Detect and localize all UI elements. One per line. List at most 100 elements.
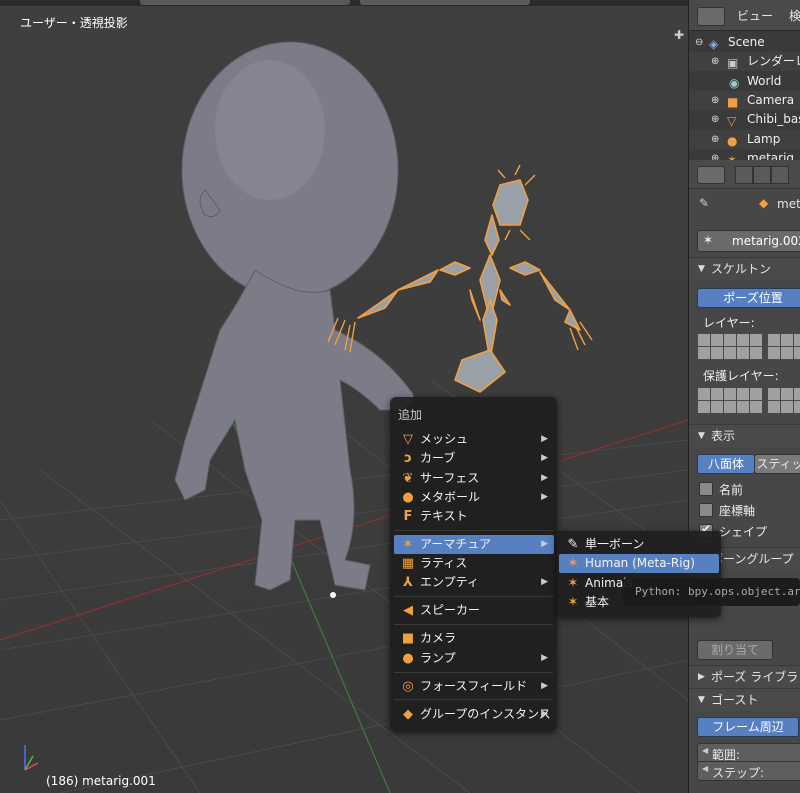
expand-icon[interactable]: ⊕ — [711, 130, 719, 149]
bone-icon: ✎ — [567, 537, 579, 552]
menu-separator — [394, 624, 553, 625]
expand-icon[interactable]: ⊕ — [711, 149, 719, 160]
text-icon: F — [403, 509, 413, 524]
object-name-value: metarig.002 — [732, 234, 800, 248]
menu-item-lattice[interactable]: ▦ ラティス — [394, 554, 554, 573]
menu-item-surface[interactable]: ❦ サーフェス ▶ — [394, 469, 554, 488]
menu-separator — [394, 596, 553, 597]
step-label: ステップ: — [712, 766, 765, 780]
group-instance-icon: ◆ — [403, 707, 413, 722]
properties-panel: ✎ ◆ meta ✶ metarig.002 ▼ スケルトン ポーズ位置 レイヤ… — [688, 160, 800, 793]
surface-icon: ❦ — [402, 471, 414, 486]
header-field[interactable] — [360, 0, 530, 5]
armature-icon: ✶ — [567, 556, 579, 571]
step-field[interactable]: ◀ ステップ: — [697, 761, 800, 781]
tree-item-lamp[interactable]: ⊕ ● Lamp — [689, 130, 800, 149]
octahedral-button[interactable]: 八面体 — [697, 454, 755, 474]
view-menu[interactable]: ビュー — [737, 7, 773, 24]
submenu-arrow-icon: ▶ — [541, 492, 548, 502]
editor-type-icon[interactable] — [697, 166, 725, 184]
scene-render — [0, 41, 688, 793]
force-field-icon: ◎ — [402, 679, 414, 694]
collapse-triangle-icon: ▼ — [698, 431, 705, 441]
range-field[interactable]: ◀ 範囲: — [697, 743, 800, 763]
expand-icon[interactable]: ⊕ — [711, 52, 719, 71]
3d-viewport[interactable]: ユーザー・透視投影 ✚ (186) metarig.001 — [0, 0, 688, 793]
protected-layer-grid[interactable] — [697, 387, 800, 414]
python-tooltip: Python: bpy.ops.object.arm — [623, 578, 800, 606]
menu-item-empty[interactable]: ⅄ エンプティ ▶ — [394, 573, 554, 592]
panel-title: 表示 — [711, 429, 736, 443]
tree-item-chibi-base[interactable]: ⊕ ▽ Chibi_base — [689, 110, 800, 129]
collapse-triangle-icon: ▼ — [698, 264, 705, 274]
frame-range-button[interactable]: フレーム周辺 — [697, 717, 799, 737]
expand-icon[interactable]: ⊕ — [711, 91, 719, 110]
tree-item-label: World — [747, 74, 782, 88]
tree-item-scene[interactable]: ⊖ ◈ Scene — [689, 33, 800, 52]
header-field[interactable] — [140, 0, 350, 5]
scene-tab-icon[interactable] — [753, 166, 771, 184]
object-name-field[interactable]: ✶ metarig.002 — [697, 230, 800, 252]
menu-item-armature[interactable]: ✶ アーマチュア ▶ — [394, 535, 554, 554]
submenu-arrow-icon: ▶ — [541, 653, 548, 663]
submenu-arrow-icon: ▶ — [541, 453, 548, 463]
collapse-triangle-icon: ▼ — [698, 695, 705, 705]
tree-item-camera[interactable]: ⊕ ■ Camera — [689, 91, 800, 110]
panel-header-pose-library[interactable]: ▶ ポーズ ライブラリ — [689, 665, 800, 688]
curve-icon: ↄ — [404, 451, 412, 466]
menu-item-curve[interactable]: ↄ カーブ ▶ — [394, 449, 554, 468]
submenu-item-human-meta-rig[interactable]: ✶ Human (Meta-Rig) — [559, 554, 719, 573]
axes-label: 座標軸 — [719, 504, 756, 518]
pin-icon[interactable]: ✎ — [699, 196, 709, 210]
menu-item-metaball[interactable]: ● メタボール ▶ — [394, 488, 554, 507]
camera-icon: ■ — [727, 95, 739, 109]
panel-header-ghost[interactable]: ▼ ゴースト — [689, 688, 800, 711]
outliner-header: ビュー 検 — [689, 0, 800, 31]
properties-header — [689, 160, 800, 189]
render-tab-icon[interactable] — [735, 166, 753, 184]
panel-header-display[interactable]: ▼ 表示 — [689, 424, 800, 447]
tree-item-label: レンダーレ — [747, 54, 800, 68]
assign-button[interactable]: 割り当て — [697, 640, 773, 660]
object-status-label: (186) metarig.001 — [46, 774, 156, 788]
menu-item-lamp[interactable]: ● ランプ ▶ — [394, 649, 554, 668]
editor-type-icon[interactable] — [697, 7, 725, 26]
submenu-arrow-icon: ▶ — [541, 709, 548, 719]
search-menu[interactable]: 検 — [789, 7, 800, 24]
menu-item-mesh[interactable]: ▽ メッシュ ▶ — [394, 430, 554, 449]
panel-header-skeleton[interactable]: ▼ スケルトン — [689, 257, 800, 280]
menu-item-group-instance[interactable]: ◆ グループのインスタンス ▶ — [394, 705, 554, 724]
pose-position-button[interactable]: ポーズ位置 — [697, 288, 800, 308]
submenu-arrow-icon: ▶ — [541, 577, 548, 587]
decrement-arrow-icon[interactable]: ◀ — [702, 764, 708, 773]
menu-item-text[interactable]: F テキスト — [394, 507, 554, 526]
context-path: ✎ ◆ meta — [689, 190, 800, 218]
plus-icon[interactable]: ✚ — [672, 28, 686, 42]
menu-title: 追加 — [398, 408, 423, 422]
names-checkbox[interactable] — [699, 482, 713, 496]
submenu-arrow-icon: ▶ — [541, 681, 548, 691]
stick-button[interactable]: スティッ — [754, 454, 800, 474]
outliner-panel: ビュー 検 ⊖ ◈ Scene ⊕ ▣ レンダーレ ◉ World ⊕ ■ Ca… — [688, 0, 800, 160]
tree-item-metarig[interactable]: ⊕ ✶ metarig — [689, 149, 800, 160]
menu-item-camera[interactable]: ■ カメラ — [394, 629, 554, 648]
tree-item-world[interactable]: ◉ World — [689, 72, 800, 91]
world-tab-icon[interactable] — [771, 166, 789, 184]
expand-triangle-icon: ▶ — [698, 672, 705, 682]
axes-checkbox[interactable] — [699, 503, 713, 517]
context-label: meta — [777, 197, 800, 211]
protected-layers-label: 保護レイヤー: — [703, 369, 779, 383]
armature-icon: ✶ — [703, 233, 714, 247]
layer-grid[interactable] — [697, 333, 800, 360]
tree-item-render-layers[interactable]: ⊕ ▣ レンダーレ — [689, 52, 800, 71]
camera-icon: ■ — [401, 631, 415, 646]
submenu-item-single-bone[interactable]: ✎ 単一ボーン — [559, 535, 719, 554]
panel-title: ボーングループ — [711, 552, 794, 566]
world-icon: ◉ — [729, 76, 740, 90]
decrement-arrow-icon[interactable]: ◀ — [702, 746, 708, 755]
collapse-icon[interactable]: ⊖ — [695, 33, 703, 52]
menu-item-force-field[interactable]: ◎ フォースフィールド ▶ — [394, 677, 554, 696]
menu-item-speaker[interactable]: ◀ スピーカー — [394, 601, 554, 620]
menu-separator — [394, 530, 553, 531]
expand-icon[interactable]: ⊕ — [711, 110, 719, 129]
